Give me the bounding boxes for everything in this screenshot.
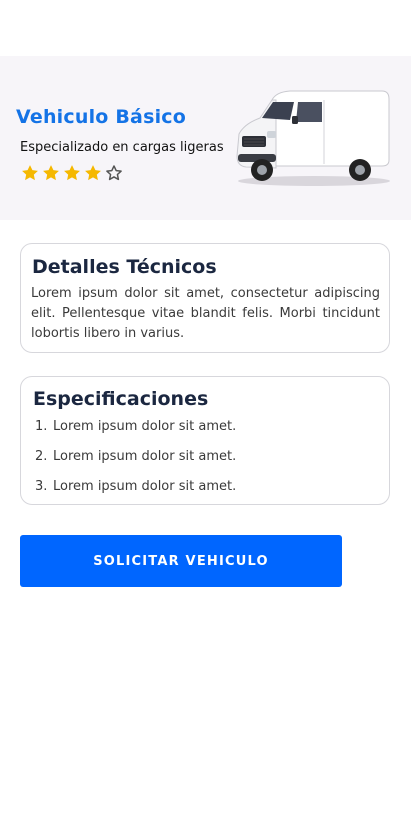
list-item: 1. Lorem ipsum dolor sit amet.: [35, 417, 236, 447]
list-item-text: Lorem ipsum dolor sit amet.: [53, 479, 237, 494]
star-empty-icon: [106, 165, 122, 181]
vehicle-subtitle: Especializado en cargas ligeras: [20, 140, 224, 155]
list-item: 2. Lorem ipsum dolor sit amet.: [35, 447, 236, 477]
technical-details-text: Lorem ipsum dolor sit amet, consectetur …: [31, 286, 380, 341]
star-filled-icon: [43, 165, 59, 181]
list-item: 3. Lorem ipsum dolor sit amet.: [35, 477, 236, 507]
request-vehicle-button[interactable]: SOLICITAR VEHICULO: [20, 535, 342, 587]
rating-stars: [20, 163, 124, 183]
list-item-number: 2.: [35, 449, 48, 464]
cargo-van-image: [236, 90, 390, 186]
specifications-title: Especificaciones: [33, 388, 209, 410]
list-item-number: 3.: [35, 479, 48, 494]
list-item-text: Lorem ipsum dolor sit amet.: [53, 419, 237, 434]
star-filled-icon: [64, 165, 80, 181]
star-filled-icon: [85, 165, 101, 181]
vehicle-title: Vehiculo Básico: [16, 106, 187, 128]
specifications-card: Especificaciones 1. Lorem ipsum dolor si…: [20, 376, 390, 505]
list-item-number: 1.: [35, 419, 48, 434]
specifications-list: 1. Lorem ipsum dolor sit amet. 2. Lorem …: [35, 417, 236, 507]
technical-details-card: Detalles Técnicos Lorem ipsum dolor sit …: [20, 243, 390, 353]
vehicle-hero: Vehiculo Básico Especializado en cargas …: [0, 56, 411, 220]
technical-details-title: Detalles Técnicos: [32, 256, 217, 278]
list-item-text: Lorem ipsum dolor sit amet.: [53, 449, 237, 464]
star-filled-icon: [22, 165, 38, 181]
